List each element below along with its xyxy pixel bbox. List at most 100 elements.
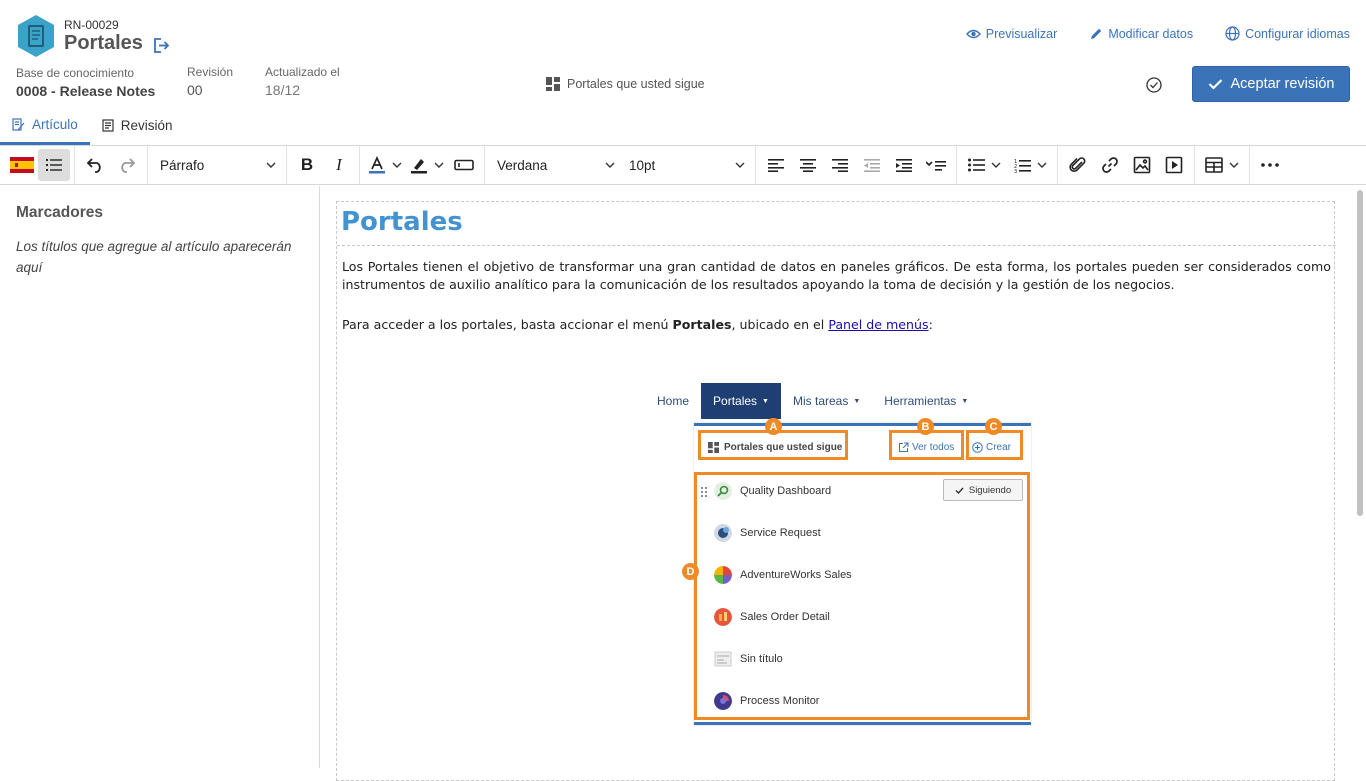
link-button[interactable] [1094,149,1126,181]
editor-scrollbar-thumb[interactable] [1357,190,1363,516]
knowledge-base-value: 0008 - Release Notes [16,83,156,99]
screenshot-nav-tools-label: Herramientas [884,394,957,408]
text-color-button[interactable] [364,149,406,181]
toolbar-group-history [75,146,148,184]
bold-icon: B [300,155,314,174]
revision-doc-icon [102,119,114,132]
block-format-select[interactable]: Párrafo [152,149,282,181]
undo-icon [86,158,101,173]
italic-button[interactable]: I [323,149,355,181]
font-size-select[interactable]: 10pt [621,149,751,181]
spain-flag-icon [10,157,34,173]
preview-label: Previsualizar [985,26,1058,41]
edit-data-button[interactable]: Modificar datos [1089,26,1193,41]
portals-menu-screenshot: Home Portales ▼ Mis tareas ▼ Herramientas ▼… [645,383,1035,728]
article-paragraph-1[interactable]: Los Portales tienen el objetivo de trans… [342,258,1331,294]
redo-button[interactable] [111,149,143,181]
updated-meta: Actualizado el 18/12 [265,65,340,98]
align-right-button[interactable] [824,149,856,181]
undo-button[interactable] [79,149,111,181]
heading-divider [337,245,1336,246]
image-button[interactable] [1126,149,1158,181]
chevron-down-icon [1229,162,1239,168]
language-selector[interactable] [6,149,38,181]
bookmarks-toggle-button[interactable] [38,149,70,181]
toolbar-group-insert [1058,146,1195,184]
article-edit-icon [12,117,25,131]
configure-languages-button[interactable]: Configurar idiomas [1225,26,1350,41]
media-button[interactable] [1158,149,1190,181]
input-field-button[interactable] [448,149,480,181]
block-format-value: Párrafo [160,157,205,173]
tab-article-label: Artículo [32,116,78,132]
indent-button[interactable] [888,149,920,181]
paperclip-icon [1069,157,1086,172]
chevron-down-icon [266,162,276,168]
bookmarks-hint: Los títulos que agregue al artículo apar… [16,239,292,275]
bullet-list-button[interactable] [961,149,1007,181]
toolbar-group-lists: 123 [957,146,1058,184]
accept-revision-button[interactable]: Aceptar revisión [1192,66,1350,102]
screenshot-nav-tasks: Mis tareas ▼ [781,383,872,419]
screenshot-nav-portales-label: Portales [713,394,758,408]
callout-badge-d: D [682,563,699,580]
paragraph-2-text-start: Para acceder a los portales, basta accio… [342,317,673,332]
table-button[interactable] [1199,149,1245,181]
pencil-icon [1091,28,1102,39]
more-horizontal-icon [1261,163,1279,167]
preview-button[interactable]: Previsualizar [965,26,1058,41]
bold-button[interactable]: B [291,149,323,181]
align-center-icon [800,158,816,172]
line-height-icon [926,160,946,171]
menu-panel-link[interactable]: Panel de menús [828,317,928,332]
svg-text:3: 3 [1014,169,1017,173]
revision-meta: Revisión 00 [187,65,233,98]
align-right-icon [832,158,848,172]
bullet-list-icon [967,158,985,172]
article-heading[interactable]: Portales [341,207,463,237]
editor-toolbar: Párrafo B I Verdana 10pt 1 2 3 [0,145,1366,185]
highlighter-icon [411,159,427,174]
globe-icon [1225,26,1240,41]
font-family-select[interactable]: Verdana [489,149,621,181]
revision-label: Revisión [187,65,234,79]
document-title: Portales [64,32,143,54]
tab-article[interactable]: Artículo [0,106,90,145]
toolbar-group-align [756,146,957,184]
open-external-icon[interactable] [152,36,170,54]
tab-revision[interactable]: Revisión [90,106,185,145]
tab-revision-label: Revisión [120,118,173,133]
screenshot-nav-portales: Portales ▼ [701,383,781,419]
knowledge-base-label: Base de conocimiento [16,66,135,80]
more-options-button[interactable] [1254,149,1286,181]
highlight-color-button[interactable] [406,149,448,181]
numbered-list-button[interactable]: 123 [1007,149,1053,181]
font-family-value: Verdana [497,157,548,173]
accept-revision-label: Aceptar revisión [1230,76,1335,92]
chevron-down-icon [434,162,444,168]
chevron-down-icon [392,162,402,168]
callout-badge-c: C [985,418,1002,435]
document-tabs: Artículo Revisión [0,106,185,145]
followed-portals-label: Portales que usted sigue [567,77,705,91]
outdent-icon [864,158,880,172]
link-icon [1102,157,1118,173]
font-size-value: 10pt [629,157,656,173]
bookmarks-sidebar: Marcadores Los títulos que agregue al ar… [0,186,320,768]
bookmarks-title: Marcadores [16,204,104,221]
followed-portals-menu[interactable]: Portales que usted sigue [546,77,705,91]
text-color-icon [369,156,385,174]
check-circle-icon[interactable] [1145,76,1163,94]
align-left-button[interactable] [760,149,792,181]
align-center-button[interactable] [792,149,824,181]
chevron-down-icon [1037,162,1046,168]
line-height-button[interactable] [920,149,952,181]
article-paragraph-2[interactable]: Para acceder a los portales, basta accio… [342,317,933,332]
outdent-button[interactable] [856,149,888,181]
indent-icon [896,158,912,172]
dashboard-icon [546,77,560,91]
list-view-icon [46,159,62,171]
attachment-button[interactable] [1062,149,1094,181]
toolbar-group-font: Verdana 10pt [485,146,756,184]
chevron-down-icon [991,162,1000,168]
